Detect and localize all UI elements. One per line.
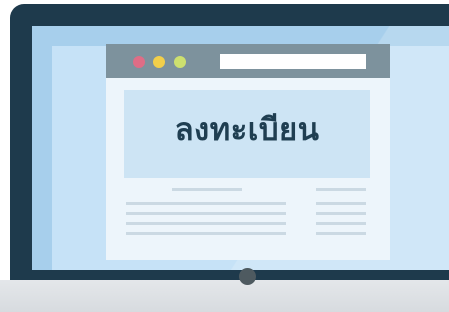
sidebar-line [316, 212, 366, 215]
content-line [126, 222, 286, 225]
register-banner: ลงทะเบียน [124, 90, 370, 178]
browser-window: ลงทะเบียน [106, 44, 390, 260]
register-title: ลงทะเบียน [174, 112, 320, 148]
content-heading-line [172, 188, 242, 191]
sidebar-line [316, 202, 366, 205]
content-line [126, 212, 286, 215]
address-bar [220, 54, 366, 69]
sidebar-line [316, 232, 366, 235]
power-button-icon [239, 268, 256, 285]
minimize-dot-icon [153, 56, 165, 68]
browser-title-bar [106, 44, 390, 78]
maximize-dot-icon [174, 56, 186, 68]
content-line [126, 232, 286, 235]
sidebar-line [316, 222, 366, 225]
sidebar-line [316, 188, 366, 191]
close-dot-icon [133, 56, 145, 68]
content-line [126, 202, 286, 205]
monitor-stand [0, 280, 449, 312]
